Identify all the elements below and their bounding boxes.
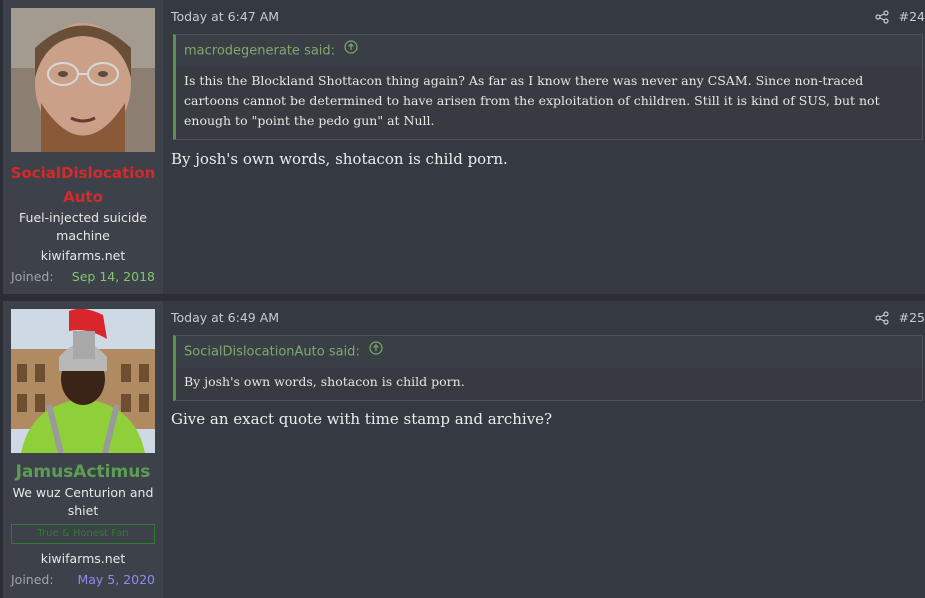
joined-date: May 5, 2020: [77, 572, 155, 587]
quote-block: macrodegenerate said: Is this the Blockl…: [173, 34, 923, 140]
user-info: JamusActimus We wuz Centurion and shiet …: [3, 301, 163, 598]
arrow-up-circle-icon[interactable]: [369, 336, 383, 368]
post-body: By josh's own words, shotacon is child p…: [171, 150, 508, 168]
post-number[interactable]: #25: [899, 310, 925, 325]
user-banner: True & Honest Fan: [11, 524, 155, 544]
quote-author[interactable]: SocialDislocationAuto said:: [184, 345, 360, 360]
quote-header: SocialDislocationAuto said:: [176, 336, 922, 368]
quote-text: Is this the Blockland Shottacon thing ag…: [176, 67, 922, 139]
joined-row: Joined: May 5, 2020: [11, 572, 155, 587]
user-title: Fuel-injected suicide machine: [19, 210, 147, 243]
post-body: Give an exact quote with time stamp and …: [171, 410, 553, 428]
avatar[interactable]: [11, 309, 155, 453]
post-time[interactable]: Today at 6:49 AM: [171, 310, 279, 325]
share-icon[interactable]: [875, 311, 889, 325]
post-24: SocialDislocationAuto Fuel-injected suic…: [3, 0, 925, 294]
joined-label: Joined:: [11, 269, 54, 284]
post-main: Today at 6:47 AM #24 macrodegenerate sai…: [171, 0, 925, 294]
joined-label: Joined:: [11, 572, 54, 587]
quote-header: macrodegenerate said:: [176, 35, 922, 67]
post-number[interactable]: #24: [899, 9, 925, 24]
post-25: JamusActimus We wuz Centurion and shiet …: [3, 301, 925, 598]
user-title: We wuz Centurion and shiet: [12, 485, 154, 518]
username[interactable]: SocialDislocationAuto: [3, 161, 163, 209]
joined-date: Sep 14, 2018: [71, 269, 155, 284]
quote-text: By josh's own words, shotacon is child p…: [176, 368, 922, 400]
site-label: kiwifarms.net: [40, 551, 126, 566]
post-time[interactable]: Today at 6:47 AM: [171, 9, 279, 24]
share-icon[interactable]: [875, 10, 889, 24]
post-meta: Today at 6:47 AM #24: [171, 9, 925, 27]
user-info: SocialDislocationAuto Fuel-injected suic…: [3, 0, 163, 294]
post-main: Today at 6:49 AM #25 SocialDislocationAu…: [171, 301, 925, 598]
quote-author[interactable]: macrodegenerate said:: [184, 44, 335, 59]
site-label: kiwifarms.net: [40, 248, 126, 263]
username[interactable]: JamusActimus: [3, 460, 163, 484]
avatar[interactable]: [11, 8, 155, 152]
post-meta: Today at 6:49 AM #25: [171, 310, 925, 328]
arrow-up-circle-icon[interactable]: [344, 35, 358, 67]
quote-block: SocialDislocationAuto said: By josh's ow…: [173, 335, 923, 401]
joined-row: Joined: Sep 14, 2018: [11, 269, 155, 284]
